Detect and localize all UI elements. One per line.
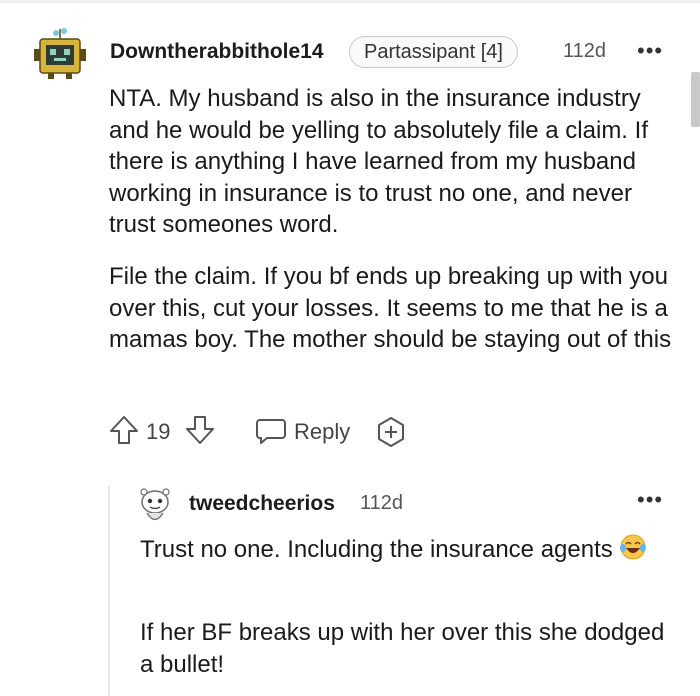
scrollbar-thumb[interactable] [691, 72, 700, 127]
comment-username[interactable]: Downtherabbithole14 [110, 40, 324, 64]
reply-paragraph-1-text: Trust no one. Including the insurance ag… [140, 536, 613, 563]
upvote-arrow-icon[interactable] [108, 414, 140, 446]
speech-bubble-icon[interactable] [255, 417, 287, 445]
comment-paragraph-1: NTA. My husband is also in the insurance… [109, 85, 648, 238]
user-flair-badge: Partassipant [4] [349, 36, 518, 68]
thread-line[interactable] [108, 486, 110, 696]
reply-paragraph-1: Trust no one. Including the insurance ag… [140, 533, 660, 566]
reply-user-avatar[interactable] [138, 486, 172, 526]
face-with-tears-of-joy-emoji [619, 534, 646, 560]
top-divider [0, 0, 700, 3]
reply-age: 112d [360, 492, 404, 514]
user-avatar[interactable] [34, 25, 86, 81]
more-options-button[interactable]: ••• [637, 38, 663, 64]
vote-count: 19 [146, 419, 171, 444]
award-plus-icon[interactable] [375, 416, 407, 448]
comment-age: 112d [563, 40, 607, 62]
reply-paragraph-2: If her BF breaks up with her over this s… [140, 619, 665, 678]
reply-username[interactable]: tweedcheerios [189, 492, 335, 516]
reply-more-options-button[interactable]: ••• [637, 487, 663, 513]
comment-paragraph-2: File the claim. If you bf ends up breaki… [109, 263, 672, 353]
reply-button[interactable]: Reply [294, 419, 350, 445]
downvote-arrow-icon[interactable] [184, 414, 216, 446]
